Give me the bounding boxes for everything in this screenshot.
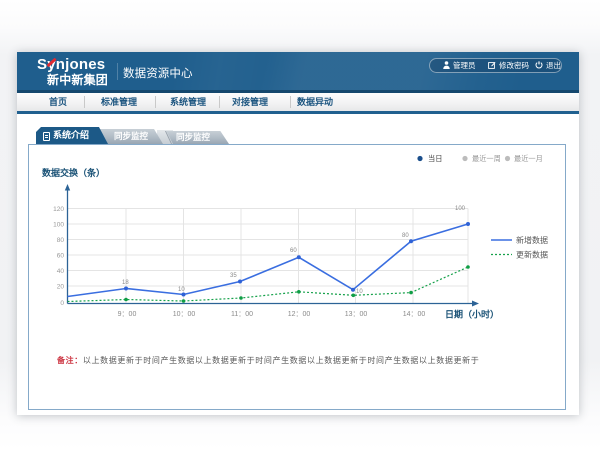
svg-text:10: 10	[356, 289, 363, 295]
svg-text:日期（小时）: 日期（小时）	[445, 309, 499, 320]
svg-text:40: 40	[57, 268, 65, 275]
svg-text:14：00: 14：00	[403, 311, 426, 318]
svg-text:35: 35	[230, 273, 237, 279]
svg-text:最近一周: 最近一周	[472, 154, 501, 163]
svg-text:12：00: 12：00	[288, 311, 311, 318]
svg-text:60: 60	[290, 248, 297, 254]
svg-text:当日: 当日	[428, 154, 442, 163]
svg-text:60: 60	[57, 253, 65, 260]
svg-text:10：00: 10：00	[173, 311, 196, 318]
svg-text:120: 120	[53, 206, 64, 213]
svg-text:新增数据: 新增数据	[516, 235, 548, 245]
svg-text:数据交换（条）: 数据交换（条）	[42, 167, 105, 178]
svg-text:13：00: 13：00	[345, 311, 368, 318]
svg-text:10: 10	[178, 287, 185, 293]
svg-text:80: 80	[57, 237, 65, 244]
svg-text:100: 100	[455, 206, 466, 212]
svg-text:0: 0	[60, 300, 64, 307]
svg-text:100: 100	[53, 222, 64, 229]
svg-text:20: 20	[57, 284, 65, 291]
svg-text:18: 18	[122, 280, 129, 286]
svg-text:更新数据: 更新数据	[516, 250, 548, 260]
svg-text:80: 80	[402, 233, 409, 239]
svg-text:11：00: 11：00	[231, 311, 253, 318]
svg-text:最近一月: 最近一月	[514, 154, 543, 163]
svg-text:9：00: 9：00	[118, 311, 137, 318]
